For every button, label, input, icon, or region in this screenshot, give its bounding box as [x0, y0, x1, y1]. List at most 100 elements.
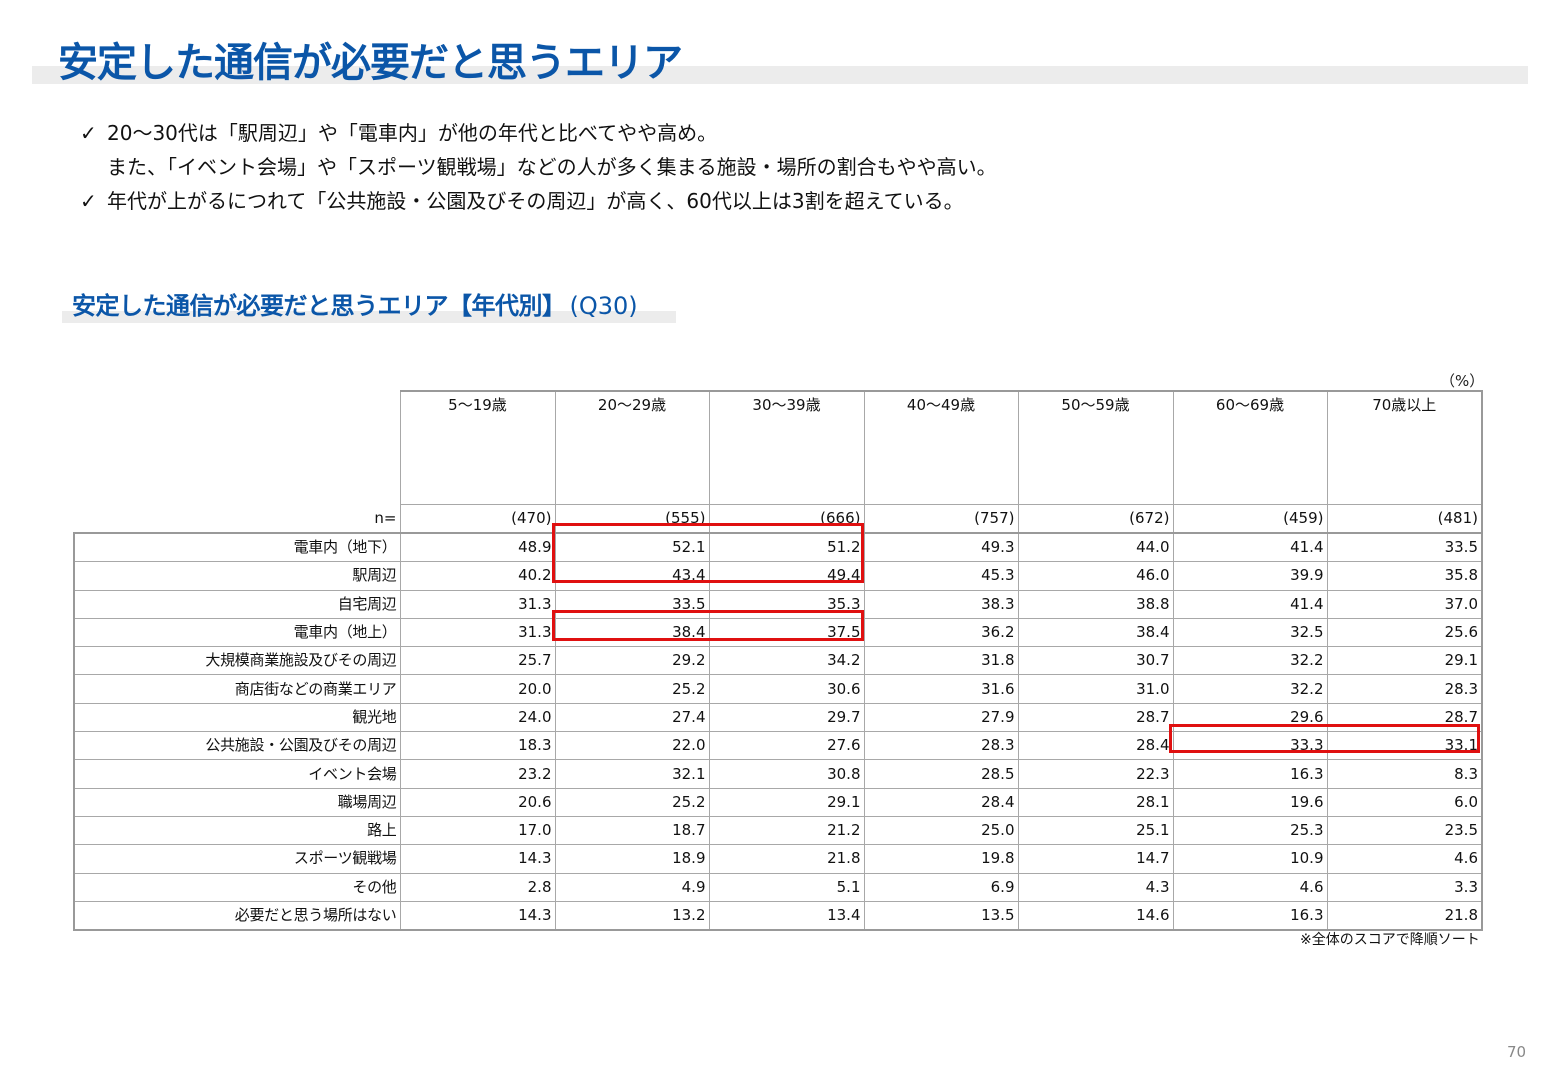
- value-cell: 28.4: [863, 787, 1019, 817]
- row-label: 電車内（地上）: [73, 617, 401, 648]
- value-cell: 48.9: [399, 532, 556, 563]
- table-row: その他 2.8 4.9 5.1 6.9 4.3 4.6 3.3: [73, 872, 1483, 902]
- value-cell: 29.2: [554, 646, 710, 676]
- value-cell: 4.9: [554, 872, 710, 902]
- value-cell: 34.2: [708, 646, 865, 676]
- value-cell: 25.2: [554, 787, 710, 817]
- value-cell: 28.7: [1017, 702, 1174, 733]
- value-cell: 25.7: [399, 646, 556, 676]
- value-cell: 23.2: [399, 759, 556, 789]
- value-cell: 32.2: [1172, 674, 1328, 704]
- value-cell: 21.8: [708, 844, 865, 874]
- column-header: 20～29歳: [554, 390, 710, 505]
- bullet-item: ✓ 年代が上がるにつれて「公共施設・公園及びその周辺」が高く、60代以上は3割を…: [80, 184, 1380, 218]
- value-cell: 31.8: [863, 646, 1019, 676]
- section-title: 安定した通信が必要だと思うエリア【年代別】 (Q30): [72, 286, 638, 321]
- value-cell: 46.0: [1017, 561, 1174, 591]
- bullet-text: また、「イベント会場」や「スポーツ観戦場」などの人が多く集まる施設・場所の割合も…: [107, 155, 997, 179]
- table-row: 商店街などの商業エリア 20.0 25.2 30.6 31.6 31.0 32.2 28.3: [73, 674, 1483, 704]
- footnote: ※全体のスコアで降順ソート: [1300, 932, 1480, 948]
- value-cell: 30.6: [708, 674, 865, 704]
- table-row: 大規模商業施設及びその周辺 25.7 29.2 34.2 31.8 30.7 32.2 29.…: [73, 646, 1483, 676]
- value-cell: 28.4: [1017, 731, 1174, 761]
- value-cell: 6.0: [1326, 787, 1483, 817]
- row-label: スポーツ観戦場: [73, 844, 401, 874]
- highlight-box-train-above-20s-30s: [552, 610, 864, 641]
- value-cell: 31.3: [399, 617, 556, 648]
- value-cell: 21.2: [708, 815, 865, 846]
- value-cell: 14.3: [399, 844, 556, 874]
- value-cell: 23.5: [1326, 815, 1483, 846]
- value-cell: 21.8: [1326, 900, 1483, 932]
- table-row: イベント会場 23.2 32.1 30.8 28.5 22.3 16.3 8.3: [73, 759, 1483, 789]
- value-cell: 44.0: [1017, 532, 1174, 563]
- column-header: 40～49歳: [863, 390, 1019, 505]
- value-cell: 25.0: [863, 815, 1019, 846]
- value-cell: 31.0: [1017, 674, 1174, 704]
- row-label: 大規模商業施設及びその周辺: [73, 646, 401, 676]
- value-cell: 32.1: [554, 759, 710, 789]
- bullet-text: 年代が上がるにつれて「公共施設・公園及びその周辺」が高く、60代以上は3割を超え…: [107, 189, 964, 213]
- table-row: 必要だと思う場所はない 14.3 13.2 13.4 13.5 14.6 16.3 21.8: [73, 900, 1483, 932]
- row-label: 職場周辺: [73, 787, 401, 817]
- value-cell: 29.1: [1326, 646, 1483, 676]
- question-number: (Q30): [569, 292, 638, 320]
- value-cell: 33.5: [1326, 532, 1483, 563]
- value-cell: 20.0: [399, 674, 556, 704]
- value-cell: 29.7: [708, 702, 865, 733]
- header-corner: [74, 391, 401, 505]
- value-cell: 30.8: [708, 759, 865, 789]
- value-cell: 18.3: [399, 731, 556, 761]
- value-cell: 19.8: [863, 844, 1019, 874]
- sample-size-cell: (470): [399, 504, 556, 534]
- value-cell: 4.3: [1017, 872, 1174, 902]
- table-row: スポーツ観戦場 14.3 18.9 21.8 19.8 14.7 10.9 4.6: [73, 844, 1483, 874]
- value-cell: 45.3: [863, 561, 1019, 591]
- value-cell: 4.6: [1172, 872, 1328, 902]
- column-header: 50～59歳: [1017, 390, 1174, 505]
- sample-size-label: n=: [74, 504, 401, 534]
- value-cell: 25.3: [1172, 815, 1328, 846]
- sample-size-cell: (459): [1172, 504, 1328, 534]
- value-cell: 19.6: [1172, 787, 1328, 817]
- value-cell: 32.5: [1172, 617, 1328, 648]
- column-header: 30～39歳: [708, 390, 865, 505]
- checkmark-icon: ✓: [80, 121, 97, 145]
- row-label: 公共施設・公園及びその周辺: [73, 731, 401, 761]
- checkmark-icon: ✓: [80, 189, 97, 213]
- value-cell: 16.3: [1172, 900, 1328, 932]
- value-cell: 32.2: [1172, 646, 1328, 676]
- value-cell: 37.0: [1326, 589, 1483, 619]
- highlight-box-top-20s-30s: [552, 523, 864, 583]
- row-label: イベント会場: [73, 759, 401, 789]
- value-cell: 38.4: [1017, 617, 1174, 648]
- value-cell: 3.3: [1326, 872, 1483, 902]
- value-cell: 2.8: [399, 872, 556, 902]
- value-cell: 27.9: [863, 702, 1019, 733]
- value-cell: 5.1: [708, 872, 865, 902]
- row-label: 電車内（地下）: [73, 532, 401, 563]
- value-cell: 25.2: [554, 674, 710, 704]
- value-cell: 14.3: [399, 900, 556, 932]
- highlight-box-public-60s-70s: [1169, 724, 1480, 753]
- row-label: その他: [73, 872, 401, 902]
- value-cell: 25.6: [1326, 617, 1483, 648]
- value-cell: 28.3: [863, 731, 1019, 761]
- value-cell: 24.0: [399, 702, 556, 733]
- value-cell: 13.4: [708, 900, 865, 932]
- row-label: 路上: [73, 815, 401, 846]
- page-number: 70: [1507, 1043, 1527, 1061]
- value-cell: 27.4: [554, 702, 710, 733]
- value-cell: 4.6: [1326, 844, 1483, 874]
- value-cell: 8.3: [1326, 759, 1483, 789]
- row-label: 必要だと思う場所はない: [73, 900, 401, 932]
- row-label: 駅周辺: [73, 561, 401, 591]
- value-cell: 14.6: [1017, 900, 1174, 932]
- value-cell: 39.9: [1172, 561, 1328, 591]
- bullet-text: 20～30代は「駅周辺」や「電車内」が他の年代と比べてやや高め。: [107, 121, 718, 145]
- summary-bullets: ✓ 20～30代は「駅周辺」や「電車内」が他の年代と比べてやや高め。 また、「イ…: [80, 116, 1380, 218]
- value-cell: 22.3: [1017, 759, 1174, 789]
- value-cell: 17.0: [399, 815, 556, 846]
- value-cell: 16.3: [1172, 759, 1328, 789]
- row-label: 観光地: [73, 702, 401, 733]
